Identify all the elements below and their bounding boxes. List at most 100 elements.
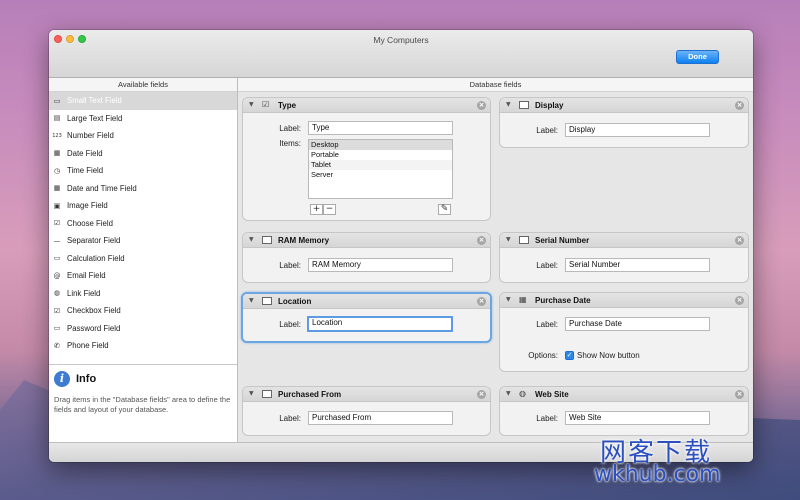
title-bar: My Computers Done: [49, 30, 753, 78]
small-text-field-icon: ▭: [53, 96, 61, 105]
date-time-field-icon: ▦: [53, 184, 61, 193]
edit-items-button[interactable]: ✎: [438, 204, 451, 215]
watermark: 网客下载 wkhub.com: [594, 432, 770, 492]
card-title: Web Site: [535, 390, 569, 399]
info-icon: i: [54, 371, 70, 387]
serial-label-input[interactable]: Serial Number: [565, 258, 710, 272]
remove-field-icon[interactable]: ×: [477, 390, 486, 399]
sidebar-field-label: Separator Field: [67, 236, 121, 246]
phone-field-icon: ✆: [54, 341, 60, 350]
sidebar-field-item[interactable]: ☑ Choose Field: [49, 215, 237, 233]
field-card-web-site[interactable]: ▼ ◍ Web Site × Label: Web Site: [499, 386, 749, 436]
time-field-icon: ◷: [53, 166, 61, 175]
sidebar-field-item[interactable]: ◍ Link Field: [49, 285, 237, 303]
sidebar-field-item[interactable]: ✆ Phone Field: [49, 337, 237, 355]
field-card-type[interactable]: ▼ ☑ Type × Label: Type Items: Desktop Po…: [242, 97, 491, 221]
sidebar-field-item[interactable]: — Separator Field: [49, 232, 237, 250]
number-field-icon: 123: [52, 132, 62, 139]
sidebar-field-item[interactable]: ▦ Date and Time Field: [49, 180, 237, 198]
sidebar-field-label: Time Field: [67, 166, 104, 176]
items-list[interactable]: Desktop Portable Tablet Server: [308, 139, 453, 199]
disclosure-triangle-icon[interactable]: ▼: [506, 101, 511, 108]
remove-field-icon[interactable]: ×: [477, 297, 486, 306]
list-item[interactable]: Server: [309, 170, 452, 180]
sidebar-field-item[interactable]: ▭ Calculation Field: [49, 250, 237, 268]
purchase-date-label-input[interactable]: Purchase Date: [565, 317, 710, 331]
purchased-from-label-input[interactable]: Purchased From: [308, 411, 453, 425]
card-header: ▼ ☑ Type ×: [243, 98, 490, 113]
choose-field-icon: ☑: [53, 219, 61, 228]
list-item[interactable]: Tablet: [309, 160, 452, 170]
remove-field-icon[interactable]: ×: [477, 236, 486, 245]
database-fields-area: Database fields ▼ ☑ Type × Label: Type I…: [238, 78, 753, 442]
sidebar-field-label: Number Field: [67, 131, 114, 141]
field-card-purchase-date[interactable]: ▼ ▦ Purchase Date × Label: Purchase Date…: [499, 292, 749, 372]
card-title: Purchased From: [278, 390, 342, 399]
card-title: Type: [278, 101, 297, 110]
sidebar-field-item[interactable]: ▭ Small Text Field: [49, 92, 237, 110]
sidebar-field-item[interactable]: ▦ Date Field: [49, 145, 237, 163]
show-now-button-checkbox[interactable]: ✓: [565, 351, 574, 360]
password-field-icon: ▭: [53, 324, 61, 333]
display-label-input[interactable]: Display: [565, 123, 710, 137]
remove-field-icon[interactable]: ×: [735, 296, 744, 305]
date-field-icon: ▦: [53, 149, 61, 158]
disclosure-triangle-icon[interactable]: ▼: [249, 101, 254, 108]
link-field-icon: ◍: [519, 389, 526, 398]
sidebar-field-item[interactable]: 123 Number Field: [49, 127, 237, 145]
disclosure-triangle-icon[interactable]: ▼: [249, 390, 254, 397]
field-card-serial-number[interactable]: ▼ Serial Number × Label: Serial Number: [499, 232, 749, 283]
sidebar-field-label: Date and Time Field: [67, 183, 137, 193]
sidebar-field-item[interactable]: ◷ Time Field: [49, 162, 237, 180]
card-header: ▼ Location ×: [243, 294, 490, 309]
link-field-icon: ◍: [53, 289, 61, 298]
label-caption: Label:: [279, 320, 301, 329]
label-caption: Label:: [279, 414, 301, 423]
sidebar-field-label: Date Field: [67, 148, 103, 158]
ram-label-input[interactable]: RAM Memory: [308, 258, 453, 272]
field-card-display[interactable]: ▼ Display × Label: Display: [499, 97, 749, 148]
disclosure-triangle-icon[interactable]: ▼: [249, 297, 254, 304]
items-toolbar: + −: [310, 204, 336, 216]
info-panel: i Info Drag items in the "Database field…: [49, 364, 237, 442]
done-button[interactable]: Done: [676, 50, 719, 64]
sidebar-field-label: Password Field: [67, 323, 121, 333]
sidebar-field-item[interactable]: ▤ Large Text Field: [49, 110, 237, 128]
sidebar-field-item[interactable]: ☑ Checkbox Field: [49, 302, 237, 320]
location-label-input[interactable]: Location: [307, 316, 453, 332]
large-text-field-icon: ▤: [53, 114, 61, 123]
remove-item-button[interactable]: −: [323, 204, 336, 215]
sidebar-field-item[interactable]: ▣ Image Field: [49, 197, 237, 215]
small-text-field-icon: [519, 101, 529, 109]
remove-field-icon[interactable]: ×: [735, 390, 744, 399]
separator-field-icon: —: [53, 236, 61, 245]
disclosure-triangle-icon[interactable]: ▼: [506, 236, 511, 243]
list-item[interactable]: Desktop: [309, 140, 452, 150]
label-caption: Label:: [279, 124, 301, 133]
items-caption: Items:: [279, 139, 301, 148]
sidebar-field-label: Email Field: [67, 271, 106, 281]
show-now-button-label: Show Now button: [577, 351, 640, 360]
sidebar-field-item[interactable]: @ Email Field: [49, 267, 237, 285]
remove-field-icon[interactable]: ×: [735, 101, 744, 110]
label-caption: Label:: [536, 126, 558, 135]
add-item-button[interactable]: +: [310, 204, 323, 215]
remove-field-icon[interactable]: ×: [477, 101, 486, 110]
field-card-ram-memory[interactable]: ▼ RAM Memory × Label: RAM Memory: [242, 232, 491, 283]
disclosure-triangle-icon[interactable]: ▼: [506, 296, 511, 303]
sidebar-field-label: Choose Field: [67, 218, 113, 228]
list-item[interactable]: Portable: [309, 150, 452, 160]
disclosure-triangle-icon[interactable]: ▼: [506, 390, 511, 397]
disclosure-triangle-icon[interactable]: ▼: [249, 236, 254, 243]
sidebar-field-item[interactable]: ▭ Password Field: [49, 320, 237, 338]
small-text-field-icon: [519, 236, 529, 244]
field-card-purchased-from[interactable]: ▼ Purchased From × Label: Purchased From: [242, 386, 491, 436]
small-text-field-icon: [262, 297, 272, 305]
remove-field-icon[interactable]: ×: [735, 236, 744, 245]
image-field-icon: ▣: [53, 201, 61, 210]
choose-field-icon: ☑: [262, 100, 270, 109]
type-label-input[interactable]: Type: [308, 121, 453, 135]
web-site-label-input[interactable]: Web Site: [565, 411, 710, 425]
sidebar-field-label: Large Text Field: [67, 113, 123, 123]
field-card-location[interactable]: ▼ Location × Label: Location: [241, 292, 492, 343]
